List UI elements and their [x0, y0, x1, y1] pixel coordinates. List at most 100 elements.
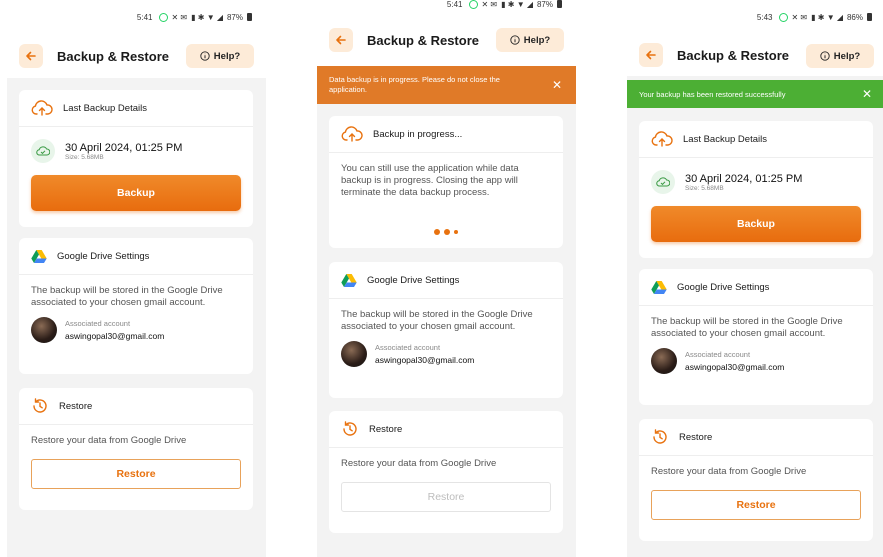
signal-icons: ▮ ✱ ▼ ◢	[191, 12, 223, 22]
google-drive-icon	[651, 281, 667, 294]
status-time: 5:41	[136, 12, 153, 22]
account-email: aswingopal30@gmail.com	[685, 362, 785, 372]
cloud-upload-icon	[31, 100, 53, 116]
drive-description: The backup will be stored in the Google …	[31, 285, 223, 308]
cloud-upload-icon	[341, 126, 363, 142]
history-icon	[653, 429, 667, 444]
loading-dot	[454, 230, 458, 234]
restore-title: Restore	[59, 400, 93, 412]
screen-backup-in-progress: 5:41 ✕ ✉ ▮ ✱ ▼ ◢ 87% Backup & Restore He…	[317, 0, 576, 557]
drive-settings-header: Google Drive Settings	[639, 269, 873, 306]
restore-card: Restore Restore your data from Google Dr…	[329, 411, 563, 533]
backup-date-row: 30 April 2024, 01:25 PM Size: 5.68MB	[639, 158, 873, 194]
close-icon[interactable]: ✕	[862, 87, 872, 101]
whatsapp-icon	[158, 12, 168, 22]
drive-settings-body: The backup will be stored in the Google …	[329, 299, 563, 377]
drive-settings-body: The backup will be stored in the Google …	[19, 275, 253, 353]
restore-header: Restore	[329, 411, 563, 448]
restore-card: Restore Restore your data from Google Dr…	[19, 388, 253, 510]
restore-title: Restore	[369, 423, 403, 435]
last-backup-card: Last Backup Details 30 April 2024, 01:25…	[639, 121, 873, 258]
battery-text: 86%	[846, 12, 863, 22]
last-backup-title: Last Backup Details	[683, 133, 767, 145]
associated-account: Associated account aswingopal30@gmail.co…	[31, 317, 241, 343]
drive-settings-title: Google Drive Settings	[57, 250, 150, 262]
status-time: 5:43	[756, 12, 773, 22]
arrow-left-icon	[646, 50, 656, 60]
app-header: Backup & Restore Help?	[7, 34, 266, 78]
backup-button[interactable]: Backup	[31, 175, 241, 211]
banner-text: Data backup is in progress. Please do no…	[329, 75, 500, 94]
drive-settings-header: Google Drive Settings	[19, 238, 253, 275]
battery-text: 87%	[536, 0, 553, 9]
progress-description: You can still use the application while …	[341, 163, 519, 198]
drive-settings-header: Google Drive Settings	[329, 262, 563, 299]
progress-banner: Data backup is in progress. Please do no…	[317, 66, 576, 104]
banner-text: Your backup has been restored successful…	[639, 89, 786, 99]
info-icon	[510, 35, 520, 45]
backup-size: Size: 5.68MB	[685, 184, 724, 192]
back-button[interactable]	[639, 43, 663, 67]
restore-button-disabled: Restore	[341, 482, 551, 512]
back-button[interactable]	[19, 44, 43, 68]
progress-header: Backup in progress...	[329, 116, 563, 153]
app-header: Backup & Restore Help?	[627, 34, 883, 76]
page-title: Backup & Restore	[677, 47, 789, 63]
page-title: Backup & Restore	[367, 32, 479, 48]
avatar	[651, 348, 677, 374]
help-label: Help?	[213, 50, 241, 62]
page-title: Backup & Restore	[57, 48, 169, 64]
help-button[interactable]: Help?	[186, 44, 254, 68]
last-backup-title: Last Backup Details	[63, 102, 147, 114]
screen-restore-success: 5:43 ✕ ✉ ▮ ✱ ▼ ◢ 86% Backup & Restore He…	[627, 0, 883, 557]
cloud-upload-icon	[651, 131, 673, 147]
arrow-left-icon	[336, 35, 346, 45]
backup-date: 30 April 2024, 01:25 PM	[65, 141, 183, 154]
last-backup-header: Last Backup Details	[19, 90, 253, 127]
whatsapp-icon	[468, 0, 478, 9]
drive-settings-title: Google Drive Settings	[367, 274, 460, 286]
help-button[interactable]: Help?	[496, 28, 564, 52]
status-bar: 5:41 ✕ ✉ ▮ ✱ ▼ ◢ 87%	[7, 0, 266, 34]
screen-backup-idle: 5:41 ✕ ✉ ▮ ✱ ▼ ◢ 87% Backup & Restore He…	[7, 0, 266, 557]
battery-text: 87%	[226, 12, 243, 22]
loading-dot	[434, 229, 440, 235]
google-drive-icon	[341, 274, 357, 287]
loading-indicator	[329, 229, 563, 235]
restore-button[interactable]: Restore	[31, 459, 241, 489]
help-label: Help?	[833, 50, 861, 62]
help-button[interactable]: Help?	[806, 44, 874, 68]
restore-description: Restore your data from Google Drive	[341, 458, 497, 469]
last-backup-header: Last Backup Details	[639, 121, 873, 158]
loading-dot	[444, 229, 450, 235]
account-email: aswingopal30@gmail.com	[65, 331, 165, 341]
cloud-check-icon	[31, 139, 55, 163]
account-label: Associated account	[375, 343, 441, 352]
drive-settings-card: Google Drive Settings The backup will be…	[19, 238, 253, 374]
whatsapp-icon	[778, 12, 788, 22]
info-icon	[820, 51, 830, 61]
account-email: aswingopal30@gmail.com	[375, 355, 475, 365]
back-button[interactable]	[329, 28, 353, 52]
restore-card: Restore Restore your data from Google Dr…	[639, 419, 873, 541]
status-bar: 5:41 ✕ ✉ ▮ ✱ ▼ ◢ 87%	[317, 0, 576, 14]
drive-description: The backup will be stored in the Google …	[341, 309, 533, 332]
close-notif-icon: ✕ ✉	[481, 0, 498, 9]
drive-description: The backup will be stored in the Google …	[651, 316, 843, 339]
status-time: 5:41	[446, 0, 463, 9]
drive-settings-card: Google Drive Settings The backup will be…	[329, 262, 563, 398]
restore-description: Restore your data from Google Drive	[651, 466, 807, 477]
backup-date: 30 April 2024, 01:25 PM	[685, 172, 803, 185]
avatar	[341, 341, 367, 367]
restore-button[interactable]: Restore	[651, 490, 861, 520]
help-label: Help?	[523, 34, 551, 46]
drive-settings-body: The backup will be stored in the Google …	[639, 306, 873, 384]
battery-icon	[557, 0, 562, 8]
close-notif-icon: ✕ ✉	[791, 12, 808, 22]
close-icon[interactable]: ✕	[552, 78, 562, 92]
status-bar: 5:43 ✕ ✉ ▮ ✱ ▼ ◢ 86%	[627, 0, 883, 34]
google-drive-icon	[31, 250, 47, 263]
associated-account: Associated account aswingopal30@gmail.co…	[651, 348, 861, 374]
backup-button[interactable]: Backup	[651, 206, 861, 242]
associated-account: Associated account aswingopal30@gmail.co…	[341, 341, 551, 367]
